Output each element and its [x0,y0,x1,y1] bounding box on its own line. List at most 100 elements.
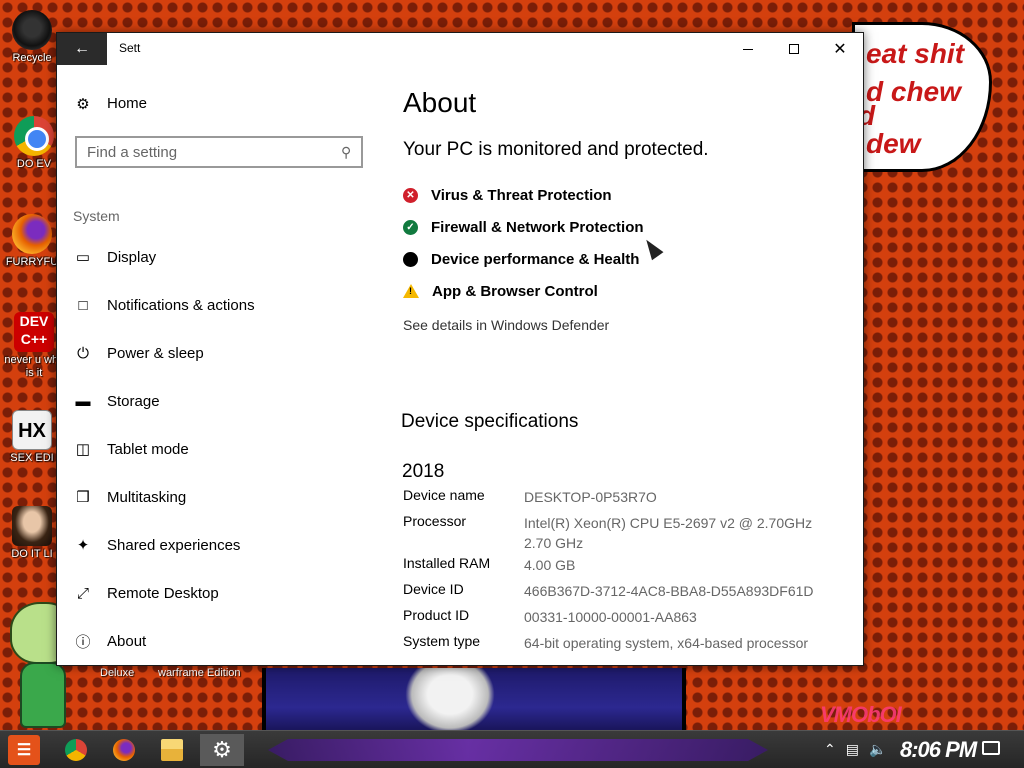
desktop-icon-label: Recycle [12,52,52,64]
sidebar-item-home[interactable]: ⚙ Home [75,95,148,113]
sidebar-item-display[interactable]: ▭ Display [75,233,255,281]
sidebar-item-label: Notifications & actions [107,296,255,314]
remote-icon: ⤢ [76,584,89,602]
bubble-text: dew [866,128,921,159]
taskbar-clock[interactable]: 8:06 PM [900,737,977,763]
gear-icon: ⚙ [76,95,90,113]
arrow-left-icon: ← [74,40,90,57]
sidebar-nav-list: ▭ Display □ Notifications & actions ⏻ Po… [75,233,255,665]
taskbar-settings[interactable]: ⚙ [200,734,244,766]
wallpaper-figure [405,668,495,734]
desktop-icon-hex-editor[interactable]: HX SEX EDI [0,410,64,465]
device-spec-table: Device name DESKTOP-0P53R7O Processor In… [403,485,853,657]
spec-key: System type [403,633,481,649]
sidebar-item-storage[interactable]: ▬ Storage [75,377,255,425]
error-icon: ✕ [403,187,418,203]
back-button[interactable]: ← [57,33,107,65]
chrome-icon [14,116,54,156]
start-button[interactable]: ☰ [8,735,40,765]
protection-status-list: ✕ Virus & Threat Protection ✓ Firewall &… [403,179,644,307]
defender-link[interactable]: See details in Windows Defender [403,317,609,333]
spec-row: System type 64-bit operating system, x64… [403,631,853,657]
spec-row: Device ID 466B367D-3712-4AC8-BBA8-D55A89… [403,579,853,605]
desktop-icon-firefox[interactable]: FURRYFU [0,214,64,269]
wallpaper-label: Deluxe [100,667,135,679]
minimize-button[interactable] [725,33,771,65]
taskbar: ☰ ⚙ ⌃ ▤ 🔈 8:06 PM [0,730,1024,768]
status-firewall: ✓ Firewall & Network Protection [403,211,644,243]
status-label: Device performance & Health [431,250,640,268]
about-page: About Your PC is monitored and protected… [401,65,861,665]
sidebar-item-remote-desktop[interactable]: ⤢ Remote Desktop [75,569,255,617]
volume-icon[interactable]: 🔈 [869,741,886,758]
sidebar-item-label: About [107,632,147,650]
window-title: Sett [119,41,141,55]
status-dot-icon [403,251,418,267]
info-icon: ⓘ [75,633,91,651]
sidebar-item-about[interactable]: ⓘ About [75,617,255,665]
title-bar[interactable]: ← Sett ✕ [57,33,863,65]
sidebar-item-label: Tablet mode [107,440,189,458]
recycle-bin-icon [12,10,52,50]
sidebar-item-shared-experiences[interactable]: ✦ Shared experiences [75,521,255,569]
sidebar-item-notifications[interactable]: □ Notifications & actions [75,281,255,329]
sidebar-item-label: Remote Desktop [107,584,219,602]
taskbar-file-explorer[interactable] [150,734,194,766]
portrait-icon [12,506,52,546]
hex-editor-icon: HX [12,410,52,450]
device-specs-heading: Device specifications [401,411,579,432]
section-label: System [73,208,120,224]
gear-icon: ⚙ [212,737,232,762]
search-box[interactable]: ⚲ [75,136,363,168]
maximize-icon [789,44,799,54]
sidebar-item-tablet-mode[interactable]: ◫ Tablet mode [75,425,255,473]
sidebar-item-label: Shared experiences [107,536,241,554]
sidebar-item-power[interactable]: ⏻ Power & sleep [75,329,255,377]
storage-icon: ▬ [75,392,91,410]
check-icon: ✓ [403,219,418,235]
taskbar-decoration [268,739,768,761]
network-icon[interactable]: ▤ [846,741,859,758]
character-body [20,662,66,728]
desktop-icon-label: FURRYFU [5,256,59,268]
bubble-text: eat shit [866,38,965,69]
desktop-icon-label: SEX EDI [10,452,54,464]
start-icon: ☰ [16,742,32,759]
spec-value: Intel(R) Xeon(R) CPU E5-2697 v2 @ 2.70GH… [524,515,813,551]
taskbar-chrome[interactable] [54,734,98,766]
chrome-icon [65,739,87,761]
status-label: App & Browser Control [432,282,598,300]
wallpaper-label: warframe Edition [158,667,241,679]
desktop-icon-recycle-bin[interactable]: Recycle [0,10,64,65]
settings-window: ← Sett ✕ ⚙ Home ⚲ System ▭ Display □ Not… [56,32,864,666]
maximize-button[interactable] [771,33,817,65]
sidebar-item-label: Home [107,95,148,112]
notifications-icon: □ [78,296,88,314]
protection-heading: Your PC is monitored and protected. [403,139,709,160]
search-input[interactable] [87,143,341,161]
spec-row: Device name DESKTOP-0P53R7O [403,485,853,511]
status-virus-threat: ✕ Virus & Threat Protection [403,179,644,211]
warning-icon [403,284,419,298]
sidebar-item-label: Power & sleep [107,344,204,362]
wallpaper-watermark: VMObOI [820,702,902,727]
spec-row: Product ID 00331-10000-00001-AA863 [403,605,853,631]
sidebar-item-label: Multitasking [107,488,187,506]
taskbar-firefox[interactable] [102,734,146,766]
spec-row: Processor Intel(R) Xeon(R) CPU E5-2697 v… [403,511,853,553]
bubble-text: d chew [866,76,961,107]
notification-center-icon[interactable] [982,741,1000,755]
sidebar-item-multitasking[interactable]: ❒ Multitasking [75,473,255,521]
spec-key: Device name [403,487,485,503]
close-button[interactable]: ✕ [817,33,863,65]
desktop-icon-portrait[interactable]: DO IT LI [0,506,64,561]
spec-value: 466B367D-3712-4AC8-BBA8-D55A893DF61D [524,583,814,599]
spec-value: 00331-10000-00001-AA863 [524,609,697,625]
chevron-up-icon[interactable]: ⌃ [824,741,836,758]
spec-key: Product ID [403,607,470,623]
spec-row: Installed RAM 4.00 GB [403,553,853,579]
spec-value: 64-bit operating system, x64-based proce… [524,635,809,651]
folder-icon [161,739,183,761]
monitor-icon: ▭ [75,249,91,266]
system-tray: ⌃ ▤ 🔈 [824,741,886,758]
